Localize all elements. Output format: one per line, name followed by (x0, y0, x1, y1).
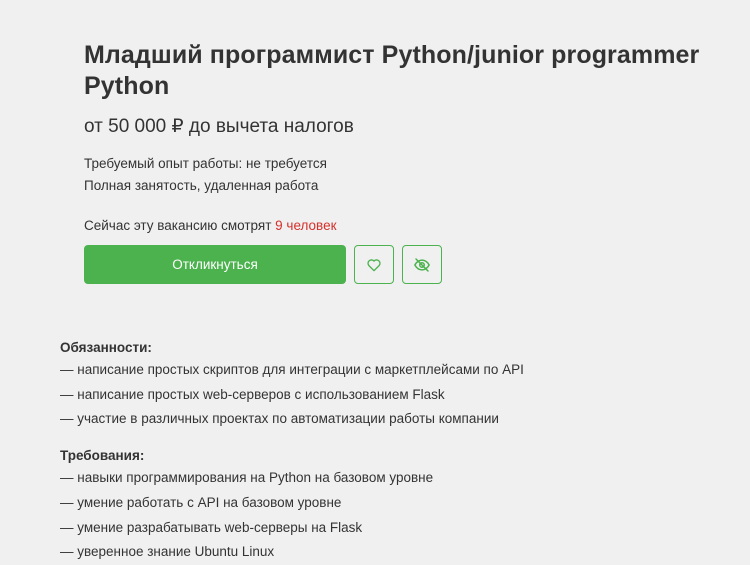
eye-off-icon (414, 257, 430, 272)
vacancy-description: Обязанности: — написание простых скрипто… (60, 338, 720, 565)
vacancy-header: Младший программист Python/junior progra… (84, 40, 704, 236)
duties-section: Обязанности: — написание простых скрипто… (60, 338, 720, 432)
list-item: — участие в различных проектах по автома… (60, 411, 499, 427)
employment-text: Полная занятость, удаленная работа (84, 178, 319, 193)
list-item: — написание простых web-серверов с испол… (60, 386, 445, 402)
viewers-prefix: Сейчас эту вакансию смотрят (84, 218, 276, 233)
duties-list: — написание простых скриптов для интегра… (60, 358, 720, 432)
favorite-button[interactable] (354, 245, 394, 284)
vacancy-salary: от 50 000 ₽ до вычета налогов (84, 116, 354, 137)
list-item: — умение разрабатывать web-серверы на Fl… (60, 519, 363, 535)
requirements-list: — навыки программирования на Python на б… (60, 466, 720, 565)
list-item: — написание простых скриптов для интегра… (60, 362, 524, 377)
vacancy-meta: Требуемый опыт работы: не требуется Полн… (84, 153, 704, 197)
viewers-notice: Сейчас эту вакансию смотрят 9 человек (84, 216, 704, 236)
experience-text: Требуемый опыт работы: не требуется (84, 156, 327, 171)
viewers-count: 9 человек (275, 218, 337, 233)
vacancy-title: Младший программист Python/junior progra… (84, 41, 700, 100)
requirements-section: Требования: — навыки программирования на… (60, 446, 720, 565)
list-item: — уверенное знание Ubuntu Linux (60, 544, 275, 560)
section-title: Обязанности: (60, 340, 152, 355)
heart-icon (367, 258, 381, 271)
list-item: — умение работать с API на базовом уровн… (60, 494, 342, 510)
section-title: Требования: (60, 448, 145, 464)
list-item: — навыки программирования на Python на б… (60, 470, 434, 486)
respond-button[interactable]: Откликнуться (84, 245, 346, 284)
vacancy-actions: Откликнуться (84, 245, 442, 284)
hide-button[interactable] (402, 245, 442, 284)
